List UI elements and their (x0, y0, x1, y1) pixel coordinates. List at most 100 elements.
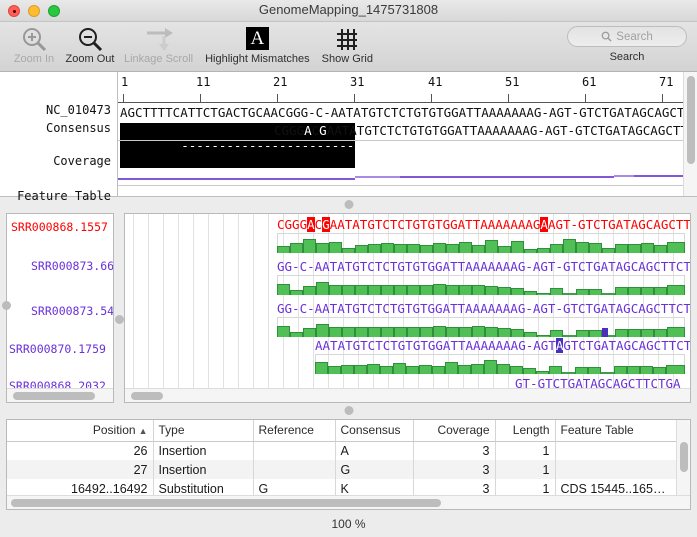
mismatch-highlight: A (540, 217, 548, 232)
scrollbar-thumb[interactable] (13, 392, 95, 400)
zoom-out-label: Zoom Out (65, 53, 115, 65)
application-window: GenomeMapping_1475731808 Zoom In Zoom Ou… (0, 0, 697, 537)
reference-vertical-scrollbar[interactable] (683, 72, 697, 196)
read-name[interactable]: SRR000868.1557 (11, 220, 108, 234)
cell-position: 27 (7, 460, 154, 479)
cell-consensus: A (335, 441, 414, 460)
search-area: Search Search (567, 26, 687, 63)
show-grid-label: Show Grid (321, 53, 373, 65)
reference-panel: NC_010473 Consensus Coverage Feature Tab… (0, 72, 697, 203)
read-name[interactable]: SRR000873.54 (31, 304, 113, 318)
row-label-accession: NC_010473 (45, 103, 111, 117)
cell-feature-table (555, 441, 678, 460)
consensus-post: AATATGTCTCTGTGTGGATTAAAAAAAG-AGT-GTCTGAT… (326, 123, 683, 138)
table-header-row: Position ▲ Type Reference Consensus Cover… (7, 420, 690, 442)
highlight-mismatches-label: Highlight Mismatches (205, 53, 310, 65)
zoom-in-icon (21, 25, 47, 52)
column-header-position[interactable]: Position ▲ (7, 420, 154, 442)
linkage-scroll-icon (144, 25, 174, 52)
zoom-out-icon (77, 25, 103, 52)
column-header-consensus[interactable]: Consensus (335, 420, 414, 442)
read-quality-histogram (277, 233, 685, 253)
read-quality-histogram (277, 275, 685, 295)
column-header-type[interactable]: Type (153, 420, 254, 442)
scrollbar-thumb[interactable] (131, 392, 163, 400)
search-icon (601, 31, 612, 42)
read-sequence[interactable]: AATATGTCTCTGTGTGGATTAAAAAAAG-AGTAGTCTGAT… (315, 338, 691, 353)
highlight-mismatches-icon: A (245, 25, 269, 52)
row-label-consensus: Consensus (45, 121, 111, 135)
read-segment: GG-C-AATATGTCTCTGTGTGGATTAAAAAAAG-AGT-GT… (277, 301, 691, 316)
scrollbar-thumb[interactable] (11, 499, 441, 507)
mismatch-highlight: G (322, 217, 330, 232)
read-name[interactable]: SRR000873.66 (31, 259, 113, 273)
table-horizontal-scrollbar[interactable] (7, 495, 690, 509)
ruler-tick-label: 11 (196, 75, 211, 89)
highlight-mismatches-button[interactable]: A Highlight Mismatches (199, 22, 316, 65)
search-input[interactable]: Search (567, 26, 687, 47)
left-collapse-handle[interactable] (2, 301, 11, 310)
divider-grip[interactable] (344, 200, 353, 209)
cell-coverage: 3 (413, 441, 496, 460)
read-sequence[interactable]: CGGGACGAATATGTCTCTGTGTGGATTAAAAAAAGAAGT-… (277, 217, 691, 232)
column-header-reference[interactable]: Reference (253, 420, 336, 442)
zoom-in-label: Zoom In (13, 53, 55, 65)
cell-consensus: G (335, 460, 414, 479)
consensus-mismatch-a: A (304, 123, 312, 138)
window-title: GenomeMapping_1475731808 (258, 2, 439, 17)
show-grid-button[interactable]: Show Grid (316, 22, 379, 65)
consensus-sequence-text: CGGGACGAATATGTCTCTGTGTGGATTAAAAAAAG-AGT-… (274, 123, 683, 138)
sort-ascending-icon: ▲ (138, 426, 148, 437)
ruler-tick-label: 1 (121, 75, 129, 89)
read-sequence[interactable]: GG-C-AATATGTCTCTGTGTGGATTAAAAAAAG-AGT-GT… (277, 259, 691, 274)
linkage-scroll-label: Linkage Scroll (124, 53, 194, 65)
read-segment: GTCTGATAGCAGCTTCTGA (563, 338, 691, 353)
column-header-feature-table[interactable]: Feature Table (555, 420, 678, 442)
reads-split-handle[interactable] (115, 315, 124, 324)
column-header-coverage[interactable]: Coverage (413, 420, 496, 442)
read-sequence[interactable]: GG-C-AATATGTCTCTGTGTGGATTAAAAAAAG-AGT-GT… (277, 301, 691, 316)
status-bar: 100 % (0, 510, 697, 537)
cell-reference (253, 460, 336, 479)
cell-coverage: 3 (413, 460, 496, 479)
zoom-in-button[interactable]: Zoom In (6, 22, 62, 65)
search-label: Search (609, 51, 645, 63)
table-row[interactable]: 27 Insertion G 3 1 0 (7, 460, 690, 479)
panel-divider-bottom[interactable] (0, 403, 697, 419)
read-segment: CGGG (277, 217, 308, 232)
cell-type: Insertion (153, 441, 254, 460)
variant-table-panel: Position ▲ Type Reference Consensus Cover… (6, 419, 691, 510)
scrollbar-thumb[interactable] (687, 76, 695, 164)
coverage-track-segment (118, 178, 355, 180)
column-header-length[interactable]: Length (495, 420, 556, 442)
mismatch-highlight: A (307, 217, 315, 232)
show-grid-icon (334, 25, 360, 52)
coverage-track-segment (355, 176, 400, 178)
read-name[interactable]: SRR000870.1759 (9, 342, 106, 356)
linkage-scroll-button[interactable]: Linkage Scroll (118, 22, 199, 65)
scrollbar-thumb[interactable] (680, 442, 688, 472)
read-segment: GG-C-AATATGTCTCTGTGTGGATTAAAAAAAG-AGT-GT… (277, 259, 691, 274)
reference-label-column: NC_010473 Consensus Coverage Feature Tab… (0, 72, 118, 203)
ruler-tick-label: 41 (428, 75, 443, 89)
zoom-level-text: 100 % (331, 516, 366, 531)
table-row[interactable]: 26 Insertion A 3 1 1 (7, 441, 690, 460)
read-segment: AGT-GTCTGATAGCAGCTTCTGA (547, 217, 691, 232)
ruler-tick-label: 31 (350, 75, 365, 89)
ruler-tick-label: 71 (659, 75, 674, 89)
reads-panel: SRR000868.1557 SRR000873.66 SRR000873.54… (0, 213, 697, 403)
divider-grip[interactable] (344, 406, 353, 415)
zoom-out-button[interactable]: Zoom Out (62, 22, 118, 65)
search-placeholder: Search (616, 30, 653, 43)
cell-position: 26 (7, 441, 154, 460)
cell-feature-table (555, 460, 678, 479)
position-ruler: 1 11 21 31 41 51 61 71 (118, 72, 683, 103)
reads-horizontal-scrollbar[interactable] (125, 388, 690, 402)
title-bar: GenomeMapping_1475731808 (0, 0, 697, 22)
reference-sequence-text: AGCTTTTCATTCTGACTGCAACGGG-C-AATATGTCTCTG… (120, 105, 683, 120)
cell-length: 1 (495, 460, 556, 479)
coverage-track-segment (614, 175, 634, 177)
toolbar: Zoom In Zoom Out Linkage Scroll A Highli… (0, 22, 697, 72)
reference-sequence-area: 1 11 21 31 41 51 61 71 AGCTTTTCATTCTGACT… (118, 72, 683, 196)
names-horizontal-scrollbar[interactable] (7, 388, 113, 402)
